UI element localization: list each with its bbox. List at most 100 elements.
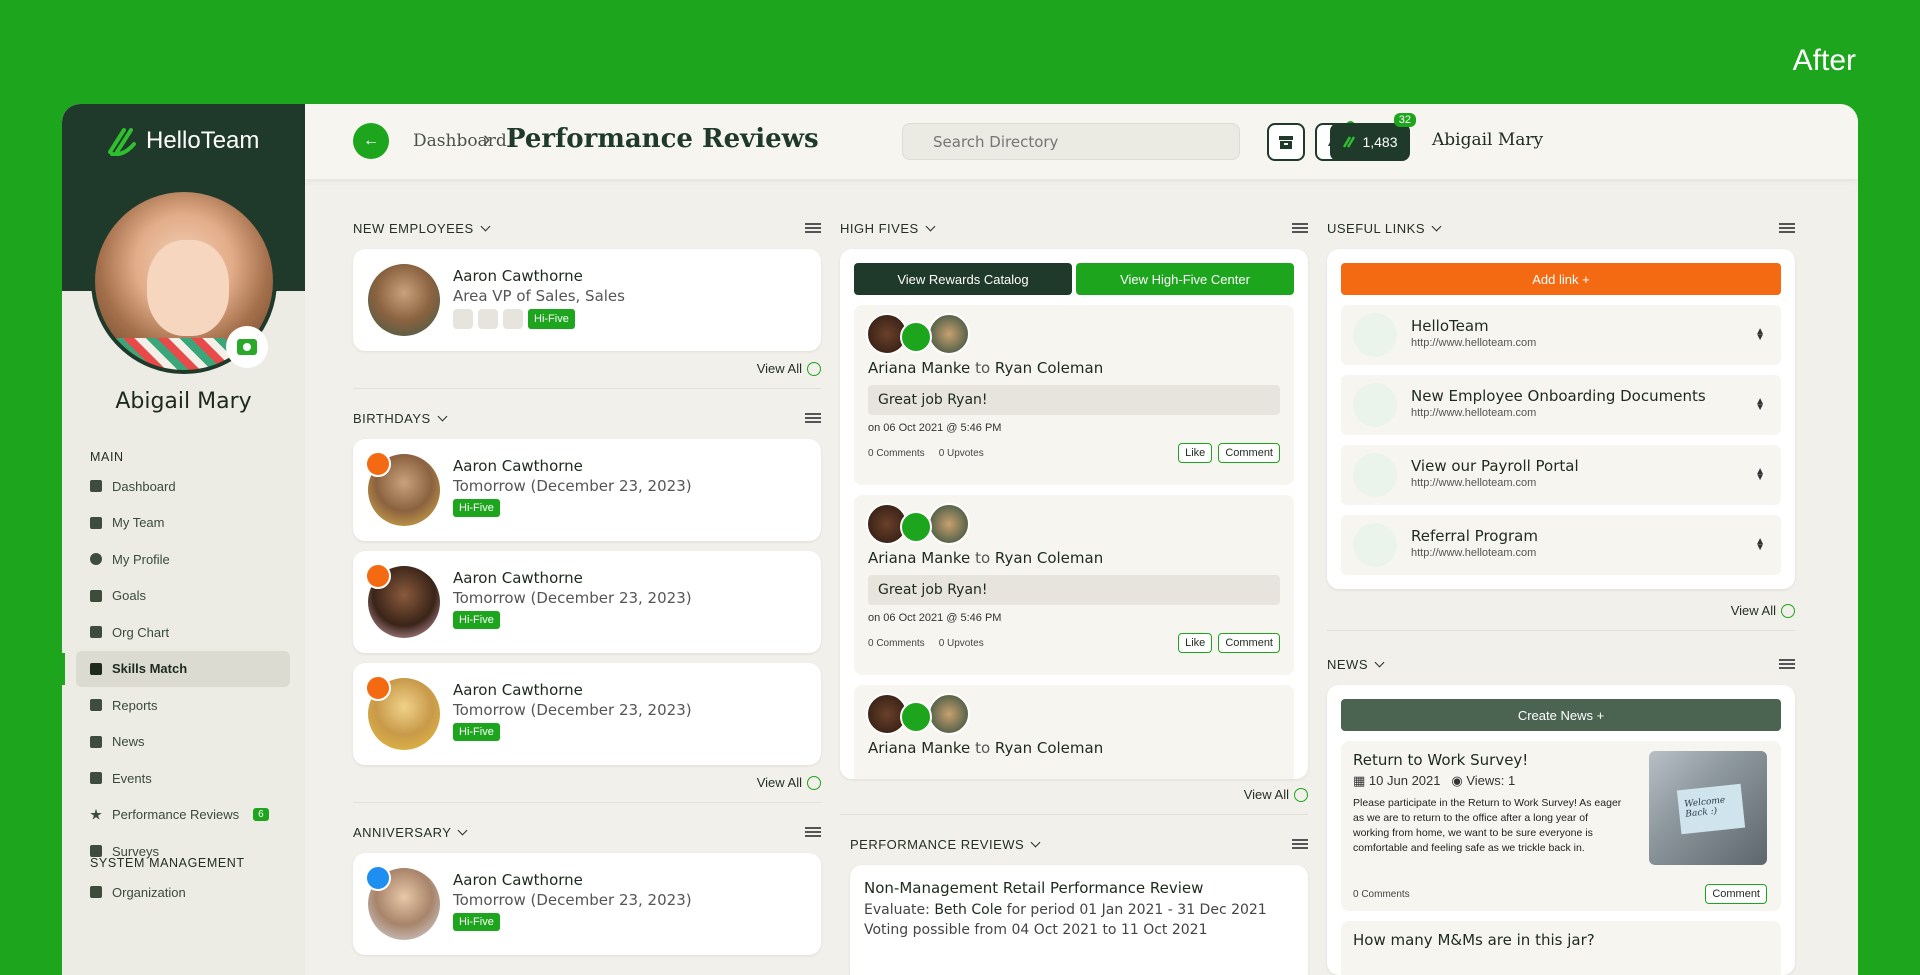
- sidebar-item-my-team[interactable]: My Team: [76, 505, 290, 542]
- sidebar-item-org-chart[interactable]: Org Chart: [76, 614, 290, 651]
- profile-icon: [90, 553, 102, 566]
- receiver-name[interactable]: Ryan Coleman: [995, 359, 1103, 377]
- birthday-card[interactable]: Aaron Cawthorne Tomorrow (December 23, 2…: [353, 551, 821, 653]
- upvotes-count[interactable]: 0 Upvotes: [939, 638, 984, 649]
- team-icon: [90, 516, 102, 529]
- archive-button[interactable]: [1267, 123, 1305, 161]
- hi-five-button[interactable]: Hi-Five: [453, 611, 500, 629]
- sidebar-item-events[interactable]: Events: [76, 760, 290, 797]
- link-item[interactable]: Referral Program http://www.helloteam.co…: [1341, 515, 1781, 575]
- high-five-names: Ariana Manke to Ryan Coleman: [868, 739, 1103, 757]
- comments-count[interactable]: 0 Comments: [868, 448, 925, 459]
- link-item[interactable]: New Employee Onboarding Documents http:/…: [1341, 375, 1781, 435]
- widget-title[interactable]: NEW EMPLOYEES: [353, 221, 491, 236]
- performance-review-card[interactable]: Non-Management Retail Performance Review…: [850, 865, 1308, 975]
- widget-title[interactable]: PERFORMANCE REVIEWS: [850, 837, 1041, 852]
- birthday-card[interactable]: Aaron Cawthorne Tomorrow (December 23, 2…: [353, 439, 821, 541]
- sidebar-item-dashboard[interactable]: Dashboard: [76, 468, 290, 505]
- new-employees-header: NEW EMPLOYEES: [353, 219, 821, 237]
- view-all-link[interactable]: View All: [353, 361, 821, 376]
- receiver-name[interactable]: Ryan Coleman: [995, 739, 1103, 757]
- sort-icon[interactable]: ▲ ▼: [1755, 467, 1765, 483]
- hi-five-button[interactable]: Hi-Five: [453, 723, 500, 741]
- evaluatee-name[interactable]: Beth Cole: [934, 902, 1002, 918]
- sort-icon[interactable]: ▲ ▼: [1755, 327, 1765, 343]
- view-all-link[interactable]: View All: [353, 775, 821, 790]
- widget-title[interactable]: USEFUL LINKS: [1327, 221, 1442, 236]
- points-button[interactable]: 1,483 32: [1330, 113, 1416, 161]
- news-image: Welcome Back :): [1649, 751, 1767, 865]
- view-all-link[interactable]: View All: [840, 787, 1308, 802]
- sidebar-item-skills-match[interactable]: Skills Match: [62, 650, 290, 687]
- high-five-avatars: [866, 313, 976, 357]
- sidebar-item-organization[interactable]: Organization: [76, 874, 290, 911]
- title-text: ANNIVERSARY: [353, 824, 452, 840]
- comment-button[interactable]: Comment: [1218, 633, 1280, 653]
- news-item[interactable]: How many M&Ms are in this jar?: [1341, 921, 1781, 975]
- birthday-date: Tomorrow (December 23, 2023): [453, 589, 692, 607]
- create-news-button[interactable]: Create News +: [1341, 699, 1781, 731]
- sidebar-item-performance-reviews[interactable]: Performance Reviews 6: [76, 797, 290, 834]
- sender-name[interactable]: Ariana Manke: [868, 739, 970, 757]
- birthday-card[interactable]: Aaron Cawthorne Tomorrow (December 23, 2…: [353, 663, 821, 765]
- menu-icon[interactable]: [805, 413, 821, 423]
- news-comments-count[interactable]: 0 Comments: [1353, 889, 1410, 900]
- widget-title[interactable]: BIRTHDAYS: [353, 410, 448, 426]
- review-title: Non-Management Retail Performance Review: [864, 879, 1204, 897]
- widget-title[interactable]: NEWS: [1327, 657, 1385, 672]
- system-section-title: SYSTEM MANAGEMENT: [90, 856, 245, 870]
- title-text: BIRTHDAYS: [353, 410, 431, 426]
- link-item[interactable]: View our Payroll Portal http://www.hello…: [1341, 445, 1781, 505]
- back-button[interactable]: ←: [353, 123, 389, 159]
- menu-icon[interactable]: [1292, 223, 1308, 233]
- add-link-button[interactable]: Add link +: [1341, 263, 1781, 295]
- location-icon[interactable]: [503, 309, 523, 329]
- menu-icon[interactable]: [1779, 223, 1795, 233]
- view-high-five-center-button[interactable]: View High-Five Center: [1076, 263, 1294, 295]
- change-photo-button[interactable]: [226, 326, 268, 368]
- comments-count[interactable]: 0 Comments: [868, 638, 925, 649]
- widget-title[interactable]: ANNIVERSARY: [353, 824, 468, 840]
- nav-label: Dashboard: [112, 478, 176, 494]
- view-all-link[interactable]: View All: [1327, 603, 1795, 618]
- comment-button[interactable]: Comment: [1218, 443, 1280, 463]
- sidebar-item-reports[interactable]: Reports: [76, 687, 290, 724]
- upvotes-count[interactable]: 0 Upvotes: [939, 448, 984, 459]
- hi-five-label: Hi-Five: [459, 502, 494, 514]
- star-icon: [90, 808, 102, 820]
- menu-icon[interactable]: [805, 223, 821, 233]
- hi-five-button[interactable]: Hi-Five: [528, 309, 575, 329]
- widget-title[interactable]: HIGH FIVES: [840, 221, 936, 236]
- link-item[interactable]: HelloTeam http://www.helloteam.com ▲ ▼: [1341, 305, 1781, 365]
- link-thumbnail: [1353, 523, 1397, 567]
- search-input[interactable]: [902, 123, 1240, 160]
- sort-icon[interactable]: ▲ ▼: [1755, 537, 1765, 553]
- menu-icon[interactable]: [1779, 659, 1795, 669]
- like-button[interactable]: Like: [1178, 443, 1213, 463]
- hi-five-button[interactable]: Hi-Five: [453, 499, 500, 517]
- useful-links-header: USEFUL LINKS: [1327, 219, 1795, 237]
- logo[interactable]: HelloTeam: [106, 126, 259, 156]
- sidebar-item-my-profile[interactable]: My Profile: [76, 541, 290, 578]
- news-item[interactable]: Return to Work Survey! ▦ 10 Jun 2021 ◉ V…: [1341, 741, 1781, 911]
- receiver-name[interactable]: Ryan Coleman: [995, 549, 1103, 567]
- sidebar-item-news[interactable]: News: [76, 724, 290, 761]
- menu-icon[interactable]: [805, 827, 821, 837]
- new-employee-card[interactable]: Aaron Cawthorne Area VP of Sales, Sales …: [353, 249, 821, 351]
- view-rewards-catalog-button[interactable]: View Rewards Catalog: [854, 263, 1072, 295]
- like-button[interactable]: Like: [1178, 633, 1213, 653]
- sender-name[interactable]: Ariana Manke: [868, 359, 970, 377]
- user-menu[interactable]: Abigail Mary: [1432, 130, 1543, 150]
- phone-icon[interactable]: [478, 309, 498, 329]
- sender-name[interactable]: Ariana Manke: [868, 549, 970, 567]
- sidebar-item-goals[interactable]: Goals: [76, 578, 290, 615]
- anniversary-card[interactable]: Aaron Cawthorne Tomorrow (December 23, 2…: [353, 853, 821, 955]
- breadcrumb[interactable]: Dashboard: [413, 131, 507, 151]
- sort-icon[interactable]: ▲ ▼: [1755, 397, 1765, 413]
- menu-icon[interactable]: [1292, 839, 1308, 849]
- cake-icon: [365, 675, 391, 701]
- hi-five-button[interactable]: Hi-Five: [453, 913, 500, 931]
- email-icon[interactable]: [453, 309, 473, 329]
- employee-avatar: [368, 264, 440, 336]
- comment-button[interactable]: Comment: [1705, 884, 1767, 904]
